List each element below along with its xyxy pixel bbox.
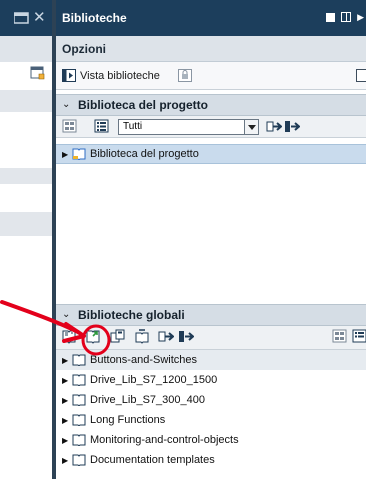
tree-item-global-library[interactable]: ▶ Documentation templates xyxy=(56,450,366,470)
tree-item-label: Drive_Lib_S7_1200_1500 xyxy=(90,374,218,386)
panel-title: Biblioteche xyxy=(62,11,127,25)
library-view-row: Vista biblioteche xyxy=(56,62,366,90)
project-library-empty-area xyxy=(56,166,366,304)
tree-item-label: Biblioteca del progetto xyxy=(90,148,199,160)
left-panel-strip: ✕ xyxy=(0,0,52,479)
triangle-right-icon[interactable]: ▶ xyxy=(62,150,70,159)
update-library-icon[interactable] xyxy=(284,119,300,134)
library-book-icon xyxy=(72,148,86,160)
left-panel-row xyxy=(0,184,52,212)
triangle-right-icon[interactable]: ▶ xyxy=(62,436,70,445)
tree-item-label: Buttons-and-Switches xyxy=(90,354,197,366)
library-book-icon xyxy=(72,454,86,466)
open-library-icon[interactable] xyxy=(86,329,102,344)
float-window-icon[interactable] xyxy=(326,12,336,22)
title-bar-controls: ▶ xyxy=(326,12,364,22)
global-libraries-title: Biblioteche globali xyxy=(78,308,185,322)
left-panel-row xyxy=(0,112,52,168)
project-library-header[interactable]: ⌄ Biblioteca del progetto xyxy=(56,94,366,116)
tree-item-label: Monitoring-and-control-objects xyxy=(90,434,239,446)
tree-item-label: Long Functions xyxy=(90,414,166,426)
global-libraries-tree: ▶ Buttons-and-Switches ▶ Drive_Lib_S7_12… xyxy=(56,350,366,470)
triangle-right-icon[interactable]: ▶ xyxy=(62,456,70,465)
left-panel-row xyxy=(0,168,52,184)
triangle-right-icon[interactable]: ▶ xyxy=(62,396,70,405)
collapse-panel-icon[interactable]: ▶ xyxy=(357,12,364,22)
left-panel-title-bar: ✕ xyxy=(0,0,52,36)
close-library-icon[interactable] xyxy=(134,329,150,344)
left-panel-row xyxy=(0,62,52,86)
window-icon[interactable] xyxy=(14,10,30,24)
tree-item-global-library[interactable]: ▶ Drive_Lib_S7_1200_1500 xyxy=(56,370,366,390)
libraries-panel: Biblioteche ▶ Opzioni Vista biblioteche … xyxy=(56,0,366,479)
triangle-right-icon[interactable]: ▶ xyxy=(62,356,70,365)
tree-item-project-library[interactable]: ▶ Biblioteca del progetto xyxy=(56,144,366,164)
view-toggle-icon[interactable] xyxy=(356,69,366,82)
chevron-down-icon[interactable] xyxy=(244,120,258,134)
triangle-right-icon[interactable]: ▶ xyxy=(62,416,70,425)
tree-item-global-library[interactable]: ▶ Monitoring-and-control-objects xyxy=(56,430,366,450)
tree-item-global-library[interactable]: ▶ Buttons-and-Switches xyxy=(56,350,366,370)
panel-title-bar: Biblioteche ▶ xyxy=(56,0,366,36)
filter-dropdown[interactable]: Tutti xyxy=(118,119,259,135)
library-view-button[interactable]: Vista biblioteche xyxy=(80,70,160,82)
project-library-toolbar: Tutti xyxy=(56,116,366,138)
global-libraries-toolbar xyxy=(56,326,366,350)
split-view-icon[interactable] xyxy=(341,12,352,22)
library-book-icon xyxy=(72,434,86,446)
left-panel-row xyxy=(0,90,52,112)
update-library-icon[interactable] xyxy=(178,329,194,344)
options-bar[interactable]: Opzioni xyxy=(56,36,366,62)
add-to-library-icon[interactable] xyxy=(158,329,174,344)
tree-item-global-library[interactable]: ▶ Drive_Lib_S7_300_400 xyxy=(56,390,366,410)
library-view-icon[interactable] xyxy=(62,69,76,82)
tree-item-label: Documentation templates xyxy=(90,454,215,466)
filter-dropdown-value: Tutti xyxy=(123,121,143,132)
list-view-icon[interactable] xyxy=(352,329,366,344)
project-library-title: Biblioteca del progetto xyxy=(78,98,209,112)
list-view-icon[interactable] xyxy=(94,119,110,134)
library-view-lock-icon[interactable] xyxy=(178,69,192,82)
grid-view-icon[interactable] xyxy=(332,329,348,344)
grid-view-icon[interactable] xyxy=(62,119,78,134)
chevron-down-icon[interactable]: ⌄ xyxy=(62,98,74,112)
library-book-icon xyxy=(72,414,86,426)
add-to-library-icon[interactable] xyxy=(266,119,282,134)
library-book-icon xyxy=(72,354,86,366)
panel-tool-icon[interactable] xyxy=(30,66,46,80)
left-panel-subheader xyxy=(0,36,52,62)
tree-item-label: Drive_Lib_S7_300_400 xyxy=(90,394,205,406)
save-library-icon[interactable] xyxy=(110,329,126,344)
triangle-right-icon[interactable]: ▶ xyxy=(62,376,70,385)
create-library-icon[interactable] xyxy=(62,329,78,344)
left-panel-row xyxy=(0,236,52,479)
chevron-down-icon[interactable]: ⌄ xyxy=(62,308,74,322)
tree-item-global-library[interactable]: ▶ Long Functions xyxy=(56,410,366,430)
left-panel-row xyxy=(0,212,52,236)
project-library-tree: ▶ Biblioteca del progetto xyxy=(56,144,366,164)
global-libraries-header[interactable]: ⌄ Biblioteche globali xyxy=(56,304,366,326)
options-label: Opzioni xyxy=(62,42,106,56)
close-icon[interactable]: ✕ xyxy=(33,8,46,26)
library-book-icon xyxy=(72,374,86,386)
library-book-icon xyxy=(72,394,86,406)
